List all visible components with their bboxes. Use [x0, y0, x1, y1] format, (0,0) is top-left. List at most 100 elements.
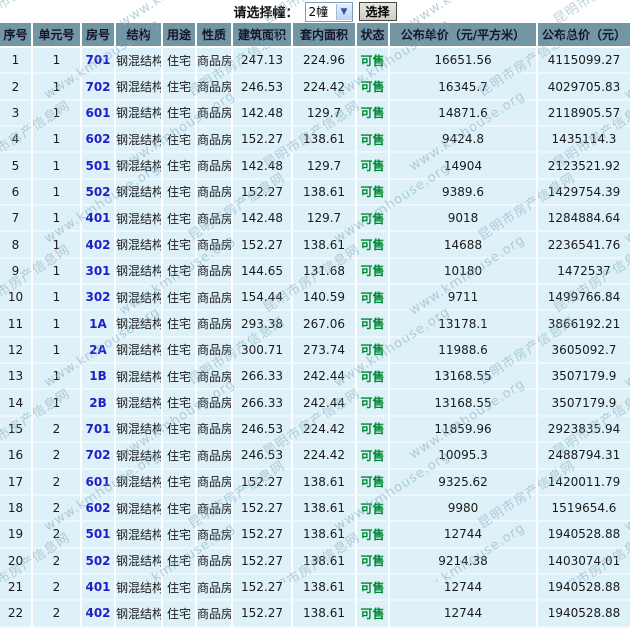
unit-number-cell: 1 [33, 285, 82, 312]
room-number-link[interactable]: 602 [82, 495, 116, 523]
unit-price-cell: 9389.6 [390, 179, 538, 207]
built-area-cell: 142.48 [233, 100, 293, 128]
status-cell: 可售 [357, 522, 390, 549]
status-cell: 可售 [357, 153, 390, 180]
select-building-button[interactable]: 选择 [358, 2, 397, 21]
inner-area-cell: 138.61 [293, 495, 357, 523]
unit-price-cell: 16345.7 [390, 74, 538, 101]
built-area-cell: 152.27 [233, 232, 293, 259]
column-header-8: 状态 [357, 23, 390, 48]
nature-cell: 商品房 [197, 206, 233, 233]
table-row: 2 1 702 钢混结构 住宅 商品房 246.53 224.42 可售 16345.7 40297… [0, 74, 630, 101]
serial-cell: 21 [0, 574, 33, 602]
serial-cell: 5 [0, 153, 33, 180]
column-header-4: 用途 [163, 23, 197, 48]
built-area-cell: 246.53 [233, 443, 293, 470]
room-number-link[interactable]: 402 [82, 601, 116, 628]
structure-cell: 钢混结构 [116, 100, 163, 128]
chevron-down-icon[interactable]: ▼ [335, 3, 352, 20]
serial-cell: 20 [0, 548, 33, 575]
total-price-cell: 1435114.3 [538, 127, 630, 154]
inner-area-cell: 242.44 [293, 364, 357, 391]
room-number-link[interactable]: 701 [82, 48, 116, 75]
table-row: 11 1 1A 钢混结构 住宅 商品房 293.38 267.06 可售 13178.1 38661… [0, 311, 630, 338]
unit-number-cell: 2 [33, 522, 82, 549]
table-row: 6 1 502 钢混结构 住宅 商品房 152.27 138.61 可售 9389.6 142975… [0, 179, 630, 207]
use-cell: 住宅 [163, 48, 197, 75]
status-cell: 可售 [357, 232, 390, 259]
status-cell: 可售 [357, 74, 390, 101]
nature-cell: 商品房 [197, 522, 233, 549]
built-area-cell: 142.48 [233, 153, 293, 180]
serial-cell: 14 [0, 390, 33, 417]
room-number-link[interactable]: 401 [82, 574, 116, 602]
table-row: 14 1 2B 钢混结构 住宅 商品房 266.33 242.44 可售 13168.55 3507… [0, 390, 630, 417]
unit-price-cell: 16651.56 [390, 48, 538, 75]
serial-cell: 12 [0, 337, 33, 365]
structure-cell: 钢混结构 [116, 74, 163, 101]
room-number-link[interactable]: 701 [82, 416, 116, 444]
built-area-cell: 152.27 [233, 495, 293, 523]
room-number-link[interactable]: 401 [82, 206, 116, 233]
use-cell: 住宅 [163, 311, 197, 338]
status-cell: 可售 [357, 574, 390, 602]
unit-price-cell: 12744 [390, 601, 538, 628]
unit-number-cell: 1 [33, 311, 82, 338]
built-area-cell: 152.27 [233, 469, 293, 496]
room-number-link[interactable]: 502 [82, 548, 116, 575]
total-price-cell: 1420011.79 [538, 469, 630, 496]
room-number-link[interactable]: 1B [82, 364, 116, 391]
status-cell: 可售 [357, 311, 390, 338]
use-cell: 住宅 [163, 74, 197, 101]
total-price-cell: 1499766.84 [538, 285, 630, 312]
unit-number-cell: 2 [33, 574, 82, 602]
room-number-link[interactable]: 601 [82, 100, 116, 128]
built-area-cell: 144.65 [233, 258, 293, 286]
inner-area-cell: 129.7 [293, 206, 357, 233]
nature-cell: 商品房 [197, 390, 233, 417]
structure-cell: 钢混结构 [116, 416, 163, 444]
room-number-link[interactable]: 502 [82, 179, 116, 207]
building-select[interactable]: 2幢 ▼ [304, 1, 353, 22]
unit-number-cell: 1 [33, 232, 82, 259]
room-number-link[interactable]: 602 [82, 127, 116, 154]
total-price-cell: 2118905.57 [538, 100, 630, 128]
serial-cell: 16 [0, 443, 33, 470]
nature-cell: 商品房 [197, 469, 233, 496]
status-cell: 可售 [357, 179, 390, 207]
room-number-link[interactable]: 301 [82, 258, 116, 286]
room-number-link[interactable]: 601 [82, 469, 116, 496]
table-row: 22 2 402 钢混结构 住宅 商品房 152.27 138.61 可售 12744 194052… [0, 601, 630, 628]
serial-cell: 7 [0, 206, 33, 233]
room-number-link[interactable]: 1A [82, 311, 116, 338]
structure-cell: 钢混结构 [116, 574, 163, 602]
nature-cell: 商品房 [197, 574, 233, 602]
use-cell: 住宅 [163, 100, 197, 128]
inner-area-cell: 140.59 [293, 285, 357, 312]
room-number-link[interactable]: 702 [82, 443, 116, 470]
room-number-link[interactable]: 702 [82, 74, 116, 101]
structure-cell: 钢混结构 [116, 179, 163, 207]
total-price-cell: 1519654.6 [538, 495, 630, 523]
serial-cell: 15 [0, 416, 33, 444]
table-row: 20 2 502 钢混结构 住宅 商品房 152.27 138.61 可售 9214.38 1403… [0, 548, 630, 575]
inner-area-cell: 138.61 [293, 127, 357, 154]
built-area-cell: 152.27 [233, 548, 293, 575]
inner-area-cell: 138.61 [293, 232, 357, 259]
room-number-link[interactable]: 402 [82, 232, 116, 259]
serial-cell: 1 [0, 48, 33, 75]
room-number-link[interactable]: 2A [82, 337, 116, 365]
room-number-link[interactable]: 302 [82, 285, 116, 312]
status-cell: 可售 [357, 601, 390, 628]
structure-cell: 钢混结构 [116, 232, 163, 259]
inner-area-cell: 273.74 [293, 337, 357, 365]
built-area-cell: 247.13 [233, 48, 293, 75]
unit-price-cell: 14688 [390, 232, 538, 259]
room-number-link[interactable]: 2B [82, 390, 116, 417]
unit-price-cell: 14904 [390, 153, 538, 180]
total-price-cell: 3507179.9 [538, 390, 630, 417]
built-area-cell: 266.33 [233, 390, 293, 417]
room-number-link[interactable]: 501 [82, 153, 116, 180]
room-number-link[interactable]: 501 [82, 522, 116, 549]
unit-price-cell: 13168.55 [390, 364, 538, 391]
